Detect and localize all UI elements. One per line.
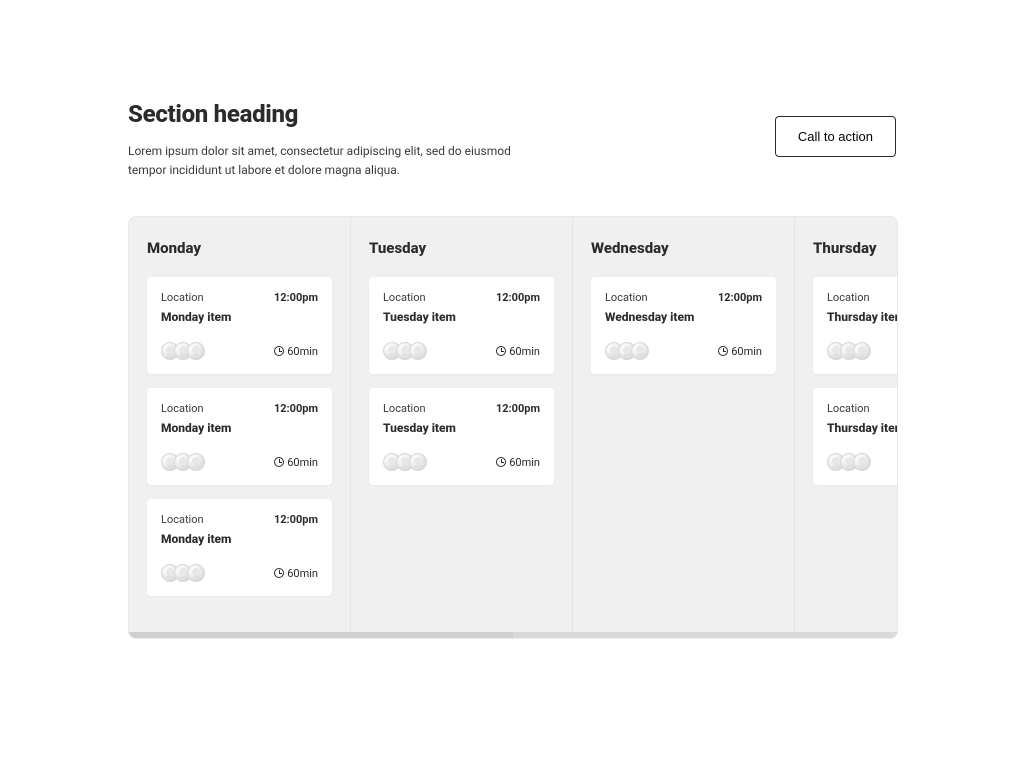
card-duration-text: 60min xyxy=(509,345,540,358)
schedule-card[interactable]: Location 12:00pm Monday item 60min xyxy=(147,499,332,596)
clock-icon xyxy=(274,346,284,356)
avatar-icon xyxy=(187,453,205,471)
card-location: Location xyxy=(827,402,870,415)
card-duration-text: 60min xyxy=(287,567,318,580)
schedule-card[interactable]: Location12:00pmThursday item60min xyxy=(813,388,897,485)
avatar-icon xyxy=(187,342,205,360)
card-location: Location xyxy=(161,402,204,415)
card-location: Location xyxy=(383,402,426,415)
schedule-card[interactable]: Location 12:00pm Monday item 60min xyxy=(147,388,332,485)
card-location: Location xyxy=(383,291,426,304)
avatar-stack xyxy=(827,453,871,471)
card-time: 12:00pm xyxy=(274,291,318,304)
clock-icon xyxy=(274,568,284,578)
clock-icon xyxy=(496,346,506,356)
card-duration: 60min xyxy=(496,345,540,358)
clock-icon xyxy=(274,457,284,467)
day-heading: Monday xyxy=(147,239,332,257)
card-location: Location xyxy=(605,291,648,304)
avatar-icon xyxy=(631,342,649,360)
card-location: Location xyxy=(161,513,204,526)
card-duration-text: 60min xyxy=(287,456,318,469)
page-subtitle: Lorem ipsum dolor sit amet, consectetur … xyxy=(128,142,548,180)
card-title: Monday item xyxy=(161,310,318,324)
avatar-stack xyxy=(161,342,205,360)
schedule-card[interactable]: Location 12:00pm Monday item 60min xyxy=(147,277,332,374)
card-duration: 60min xyxy=(274,345,318,358)
card-title: Thursday item xyxy=(827,421,897,435)
card-time: 12:00pm xyxy=(718,291,762,304)
page-title: Section heading xyxy=(128,100,548,128)
card-time: 12:00pm xyxy=(496,291,540,304)
avatar-stack xyxy=(605,342,649,360)
card-location: Location xyxy=(161,291,204,304)
day-column: Wednesday Location 12:00pm Wednesday item 60… xyxy=(573,217,795,632)
avatar-stack xyxy=(383,453,427,471)
day-column: MondayLocation12:00pmMonday item60minLoc… xyxy=(129,217,351,632)
avatar-icon xyxy=(187,564,205,582)
avatar-stack xyxy=(161,453,205,471)
horizontal-scrollbar[interactable] xyxy=(129,632,897,638)
day-heading: Tuesday xyxy=(369,239,554,257)
clock-icon xyxy=(496,457,506,467)
card-title: Monday item xyxy=(161,532,318,546)
schedule-card[interactable]: Location12:00pmThursday item60min xyxy=(813,277,897,374)
avatar-icon xyxy=(853,342,871,360)
card-duration: 60min xyxy=(274,456,318,469)
card-duration-text: 60min xyxy=(731,345,762,358)
avatar-icon xyxy=(409,453,427,471)
schedule-board: MondayLocation12:00pmMonday item60minLoc… xyxy=(128,216,898,639)
horizontal-scrollbar-thumb[interactable] xyxy=(129,632,513,638)
schedule-card[interactable]: Location 12:00pm Tuesday item 60min xyxy=(369,388,554,485)
avatar-icon xyxy=(853,453,871,471)
card-duration: 60min xyxy=(496,456,540,469)
day-heading: Thursday xyxy=(813,239,897,257)
schedule-scroll[interactable]: MondayLocation12:00pmMonday item60minLoc… xyxy=(129,217,897,632)
card-duration-text: 60min xyxy=(287,345,318,358)
avatar-stack xyxy=(383,342,427,360)
card-time: 12:00pm xyxy=(274,513,318,526)
card-location: Location xyxy=(827,291,870,304)
avatar-icon xyxy=(409,342,427,360)
card-duration-text: 60min xyxy=(509,456,540,469)
card-title: Tuesday item xyxy=(383,421,540,435)
card-duration: 60min xyxy=(274,567,318,580)
day-column: Thursday Location12:00pmThursday item60mi… xyxy=(795,217,897,632)
clock-icon xyxy=(718,346,728,356)
schedule-card[interactable]: Location 12:00pm Wednesday item 60min xyxy=(591,277,776,374)
schedule-card[interactable]: Location 12:00pm Tuesday item 60min xyxy=(369,277,554,374)
avatar-stack xyxy=(827,342,871,360)
cta-button[interactable]: Call to action xyxy=(775,116,896,157)
day-column: TuesdayLocation12:00pmTuesday item60minL… xyxy=(351,217,573,632)
avatar-stack xyxy=(161,564,205,582)
card-title: Wednesday item xyxy=(605,310,762,324)
day-heading: Wednesday xyxy=(591,239,776,257)
card-title: Monday item xyxy=(161,421,318,435)
card-time: 12:00pm xyxy=(496,402,540,415)
card-title: Thursday item xyxy=(827,310,897,324)
card-duration: 60min xyxy=(718,345,762,358)
card-title: Tuesday item xyxy=(383,310,540,324)
card-time: 12:00pm xyxy=(274,402,318,415)
